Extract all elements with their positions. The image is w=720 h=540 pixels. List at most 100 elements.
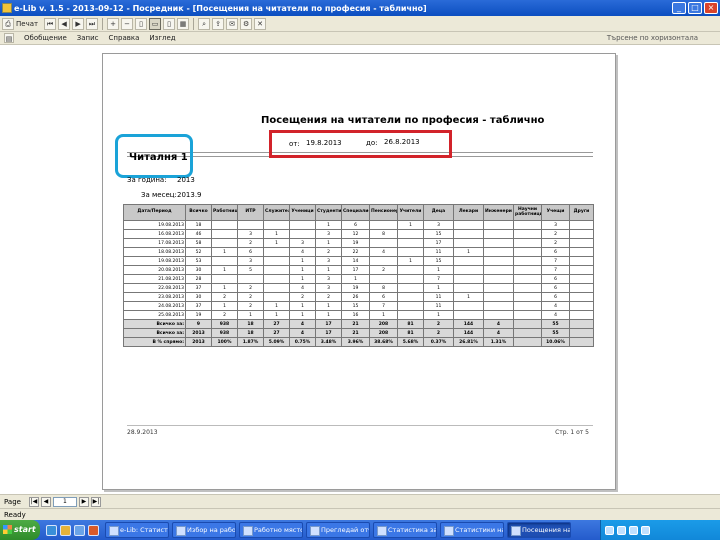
table-cell: [569, 220, 594, 230]
table-cell: 1: [211, 283, 238, 293]
table-cell: 18.08.2013: [123, 247, 186, 257]
table-cell: [513, 229, 542, 239]
prev-page-icon[interactable]: ◀: [58, 17, 71, 30]
table-cell: 6: [541, 292, 570, 302]
toolbar-separator: [193, 17, 195, 30]
start-button[interactable]: start: [0, 520, 40, 540]
network-icon[interactable]: [605, 525, 614, 535]
total-cell: 21: [341, 319, 370, 329]
last-page-icon[interactable]: ⏭: [86, 17, 99, 30]
first-page-button[interactable]: |◀: [28, 496, 39, 507]
outlook-icon[interactable]: [60, 524, 71, 536]
task-statistics-for[interactable]: Статистика за ...: [373, 522, 437, 538]
media-icon[interactable]: [88, 524, 99, 536]
table-cell: 1: [289, 274, 316, 284]
menu-summary[interactable]: Обобщение: [24, 34, 67, 42]
menu-help[interactable]: Справка: [109, 34, 140, 42]
total-cell: [513, 337, 542, 347]
task-view-report[interactable]: Прегледай отчет...: [306, 522, 370, 538]
table-cell: 19: [341, 283, 370, 293]
ie-icon[interactable]: [46, 524, 57, 536]
maximize-button[interactable]: □: [688, 2, 702, 14]
find-icon[interactable]: ⌕: [198, 17, 211, 30]
task-visits-report[interactable]: Посещения на ...: [507, 522, 571, 538]
table-row: 17.08.2013 58 2 1 3 1 19 17 2: [123, 238, 594, 248]
export-icon[interactable]: ⇪: [212, 17, 225, 30]
volume-icon[interactable]: [617, 525, 626, 535]
print-icon[interactable]: ⎙: [2, 17, 14, 30]
table-cell: [211, 256, 238, 266]
total-cell: 4: [289, 328, 316, 338]
table-cell: [369, 238, 398, 248]
prev-page-button[interactable]: ◀: [40, 496, 51, 507]
column-header: ИТР: [237, 204, 264, 221]
total-cell: 2013: [185, 328, 212, 338]
table-cell: 7: [541, 256, 570, 266]
settings-icon[interactable]: ⚙: [240, 17, 253, 30]
table-cell: [397, 247, 424, 257]
minimize-button[interactable]: _: [672, 2, 686, 14]
table-cell: 1: [315, 310, 342, 320]
task-workplace[interactable]: Работно място: [239, 522, 303, 538]
print-label[interactable]: Печат: [16, 20, 38, 28]
page-number-input[interactable]: 1: [52, 496, 77, 507]
mail-icon[interactable]: ✉: [226, 17, 239, 30]
table-cell: 52: [185, 247, 212, 257]
task-select-work[interactable]: Избор на работ...: [172, 522, 236, 538]
table-cell: 1: [237, 310, 264, 320]
task-elib-statistics[interactable]: e-Lib: Статистика ...: [105, 522, 169, 538]
close-preview-icon[interactable]: ✕: [254, 17, 267, 30]
total-cell: 2013: [185, 337, 212, 347]
table-cell: 3: [289, 238, 316, 248]
multi-pages-icon[interactable]: ▦: [177, 17, 190, 30]
table-cell: 17.08.2013: [123, 238, 186, 248]
menu-view[interactable]: Изглед: [149, 34, 175, 42]
table-cell: [453, 310, 484, 320]
table-cell: 19: [185, 310, 212, 320]
single-page-icon[interactable]: ▯: [135, 17, 148, 30]
table-cell: [483, 247, 514, 257]
total-row: В % спрямо: 2013 100% 1.87% 5.09% 0.75% 3.48% 3…: [123, 337, 594, 347]
table-cell: 2: [315, 292, 342, 302]
table-body: 19.08.2013 18 1 6 1 3 3 16.08.2013 46 3 1 3 12 8 15 2 17…: [123, 220, 594, 347]
table-cell: [569, 274, 594, 284]
page-width-icon[interactable]: ▭: [149, 17, 162, 30]
table-cell: 6: [541, 274, 570, 284]
column-header: Служители: [263, 204, 290, 221]
table-cell: 4: [541, 310, 570, 320]
table-cell: [569, 265, 594, 275]
desktop-icon[interactable]: [74, 524, 85, 536]
table-cell: [513, 310, 542, 320]
table-cell: [569, 301, 594, 311]
table-cell: 1: [453, 247, 484, 257]
table-cell: 3: [237, 256, 264, 266]
language-icon[interactable]: [629, 525, 638, 535]
next-page-button[interactable]: ▶: [78, 496, 89, 507]
table-cell: [483, 274, 514, 284]
table-cell: [513, 265, 542, 275]
last-page-button[interactable]: ▶|: [90, 496, 101, 507]
status-bar: Ready: [0, 508, 720, 520]
next-page-icon[interactable]: ▶: [72, 17, 85, 30]
table-row: 19.08.2013 18 1 6 1 3 3: [123, 220, 594, 230]
close-button[interactable]: ×: [704, 2, 718, 14]
table-cell: [397, 229, 424, 239]
antivirus-icon[interactable]: [641, 525, 650, 535]
zoom-in-icon[interactable]: +: [107, 17, 120, 30]
total-cell: 9: [185, 319, 212, 329]
table-cell: 58: [185, 238, 212, 248]
zoom-out-icon[interactable]: −: [121, 17, 134, 30]
total-cell: 21: [341, 328, 370, 338]
table-cell: [397, 310, 424, 320]
horizontal-search[interactable]: Търсене по хоризонтала: [607, 34, 698, 42]
app-icon: [2, 3, 12, 13]
report-title: Посещения на читатели по професия - табл…: [261, 115, 545, 126]
first-page-icon[interactable]: ⏮: [44, 17, 57, 30]
total-cell: 3.48%: [315, 337, 342, 347]
menu-record[interactable]: Запис: [77, 34, 99, 42]
two-pages-icon[interactable]: ▯: [163, 17, 176, 30]
table-cell: 3: [315, 283, 342, 293]
print-preview-area[interactable]: Посещения на читатели по професия - табл…: [0, 46, 720, 492]
task-statistics-of[interactable]: Статистики на ...: [440, 522, 504, 538]
total-cell: 0.75%: [289, 337, 316, 347]
